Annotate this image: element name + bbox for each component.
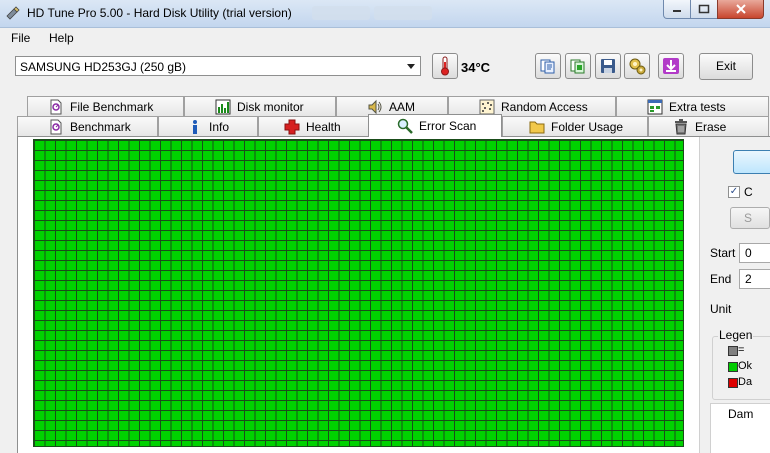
extra-tests-icon [647,99,663,115]
minimize-icon [673,10,681,12]
download-button[interactable] [658,53,684,79]
scan-block-grid [33,139,684,447]
maximize-icon [698,4,710,14]
health-cross-icon [284,119,300,135]
legend-ok-swatch [728,362,738,372]
tab-label: Folder Usage [551,119,624,134]
trash-icon [673,118,689,135]
benchmark-icon [48,119,64,135]
save-button[interactable] [595,53,621,79]
temperature-button[interactable] [432,53,458,79]
app-icon [6,6,20,20]
tab-label: Health [306,119,341,134]
window-title: HD Tune Pro 5.00 - Hard Disk Utility (tr… [27,6,292,20]
tab-disk-monitor[interactable]: Disk monitor [184,96,336,116]
menu-file[interactable]: File [11,31,30,45]
end-label: End [710,272,732,286]
copy-text-icon [540,59,555,74]
minimize-button[interactable] [663,0,691,19]
start-label: Start [710,246,736,260]
title-ghost [374,6,432,20]
tab-error-scan[interactable]: Error Scan [368,114,502,137]
tab-extra-tests[interactable]: Extra tests [616,96,769,116]
temperature-value: 34°C [461,60,491,75]
legend-damaged-swatch [728,378,738,388]
file-benchmark-icon [48,99,64,115]
start-field[interactable]: 0 [739,243,770,263]
maximize-button[interactable] [690,0,718,19]
legend-unknown-swatch [728,346,738,356]
random-access-icon [479,99,495,115]
download-icon [663,58,679,74]
copy-text-button[interactable] [535,53,561,79]
tab-label: File Benchmark [70,99,154,114]
menu-bar: File Help [0,28,770,48]
chevron-down-icon [404,59,418,73]
quick-scan-checkbox[interactable]: ✓ [728,186,740,198]
drive-select[interactable]: SAMSUNG HD253GJ (250 gB) [15,56,421,76]
options-icon [629,58,646,75]
title-bar[interactable]: HD Tune Pro 5.00 - Hard Disk Utility (tr… [0,0,770,28]
close-button[interactable] [717,0,764,19]
damaged-blocks-label: Dam [728,407,754,421]
tab-label: Disk monitor [237,99,304,114]
disk-monitor-icon [215,99,231,115]
folder-icon [529,119,545,135]
info-icon [187,119,203,135]
tab-label: AAM [389,99,416,114]
checkbox-label: C [744,185,753,199]
menu-help[interactable]: Help [49,31,74,45]
speaker-icon [367,99,383,115]
magnifier-icon [397,118,413,134]
tab-erase[interactable]: Erase [648,116,769,136]
thermometer-icon [441,56,449,76]
toolbar: SAMSUNG HD253GJ (250 gB) 34°C Exit [0,48,770,90]
tab-file-benchmark[interactable]: File Benchmark [27,96,184,116]
small-action-button[interactable]: S [730,207,770,229]
tab-random-access[interactable]: Random Access [448,96,616,116]
tab-folder-usage[interactable]: Folder Usage [502,116,648,136]
tab-benchmark[interactable]: Benchmark [17,116,158,136]
tab-label: Extra tests [669,99,726,114]
copy-screen-icon [570,59,585,74]
unit-label: Unit [710,302,732,316]
legend-title: Legen [718,328,754,342]
exit-button[interactable]: Exit [699,53,753,80]
drive-select-value: SAMSUNG HD253GJ (250 gB) [20,60,187,74]
end-field[interactable]: 2 [739,269,770,289]
tab-label: Erase [695,119,727,134]
tab-label: Benchmark [70,119,131,134]
copy-screen-button[interactable] [565,53,591,79]
options-button[interactable] [624,53,650,79]
tab-label: Error Scan [419,119,477,133]
tab-health[interactable]: Health [258,116,369,136]
legend-unknown-label: = [738,344,745,356]
save-icon [601,59,615,73]
legend-damaged-label: Da [738,376,753,388]
app-window: HD Tune Pro 5.00 - Hard Disk Utility (tr… [0,0,770,453]
tab-label: Info [209,119,230,134]
tab-label: Random Access [501,99,588,114]
title-ghost [312,6,370,20]
legend-ok-label: Ok [738,360,753,372]
start-scan-button[interactable] [733,150,770,174]
close-icon [735,4,746,14]
tab-info[interactable]: Info [158,116,258,136]
tab-aam[interactable]: AAM [336,96,448,116]
